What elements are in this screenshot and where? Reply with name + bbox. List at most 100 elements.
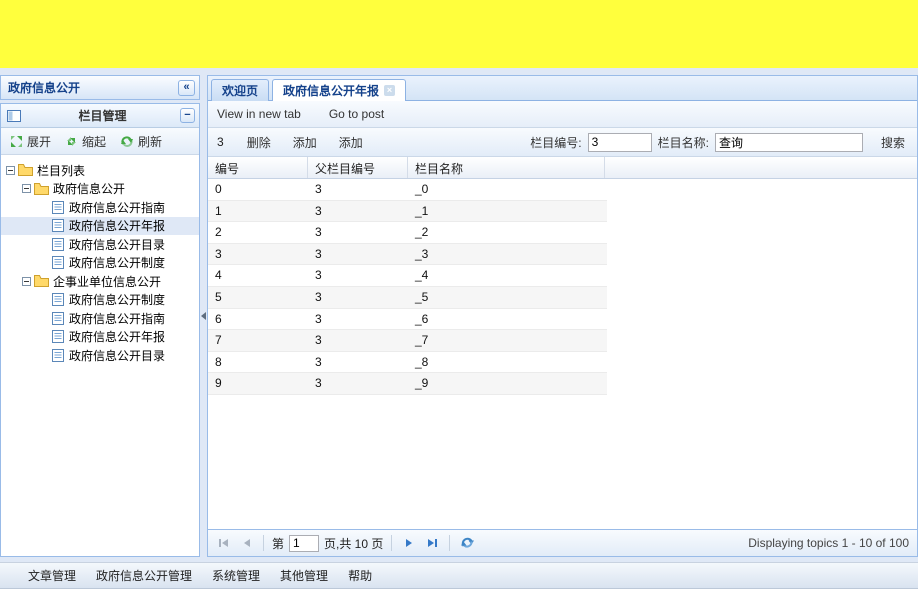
collapse-all-button[interactable]: 缩起	[60, 131, 111, 152]
application-window: 政府信息公开 « 栏目管理 − 展开 缩起 刷新 栏目列表 政府信息公开 政府信…	[0, 0, 918, 595]
column-management-panel: 栏目管理 − 展开 缩起 刷新 栏目列表 政府信息公开 政府信息公开指南 政府信…	[0, 103, 200, 557]
tree-node-leaf[interactable]: 政府信息公开年报	[1, 328, 199, 347]
view-in-new-tab-button[interactable]: View in new tab	[217, 107, 301, 121]
add-button-1[interactable]: 添加	[284, 132, 326, 153]
cell-name: _0	[415, 182, 429, 196]
tree-expander-icon[interactable]	[20, 276, 33, 286]
collapse-all-icon	[65, 135, 78, 148]
refresh-icon[interactable]	[458, 534, 476, 552]
go-to-post-button[interactable]: Go to post	[329, 107, 384, 121]
table-row[interactable]: 7 3 _7	[208, 330, 607, 352]
tree-refresh-button[interactable]: 刷新	[115, 131, 167, 152]
document-icon	[49, 219, 66, 233]
tree-node-label: 政府信息公开目录	[69, 348, 166, 363]
secondary-toolbar: View in new tab Go to post	[208, 101, 917, 128]
sidebar-header: 政府信息公开 «	[0, 75, 200, 100]
next-page-icon[interactable]	[400, 534, 418, 552]
tree-node-label: 政府信息公开年报	[69, 330, 166, 345]
column-id-input[interactable]	[587, 132, 652, 152]
paging-toolbar: 第 页,共 10 页	[208, 529, 917, 556]
grid-header: 编号 父栏目编号 栏目名称	[208, 157, 917, 179]
document-icon	[49, 200, 66, 214]
menu-gov-info-management[interactable]: 政府信息公开管理	[86, 564, 202, 587]
expand-all-button[interactable]: 展开	[5, 131, 56, 152]
tree-node-label: 政府信息公开指南	[69, 200, 166, 215]
tree-node-leaf[interactable]: 政府信息公开指南	[1, 198, 199, 217]
main-panel: 欢迎页 政府信息公开年报 × View in new tab Go to pos…	[207, 75, 918, 557]
bottom-menubar: 文章管理 政府信息公开管理 系统管理 其他管理 帮助	[0, 562, 918, 589]
page-suffix-label: 页,共 10 页	[324, 536, 384, 551]
table-row[interactable]: 4 3 _4	[208, 265, 607, 287]
document-icon	[49, 311, 66, 325]
cell-parent-id: 3	[315, 376, 322, 391]
tree-node-folder[interactable]: 政府信息公开	[1, 180, 199, 199]
tree-node-leaf[interactable]: 政府信息公开目录	[1, 235, 199, 254]
cell-parent-id: 3	[315, 333, 322, 348]
cell-parent-id: 3	[315, 182, 322, 196]
cell-parent-id: 3	[315, 311, 322, 326]
toolbar-separator	[449, 535, 451, 551]
previous-page-icon[interactable]	[237, 534, 255, 552]
filter-fields: 栏目编号: 栏目名称: 搜索	[530, 132, 909, 153]
search-button[interactable]: 搜索	[877, 132, 909, 153]
add-button-2[interactable]: 添加	[330, 132, 372, 153]
tab-strip: 欢迎页 政府信息公开年报 ×	[208, 76, 917, 101]
sidebar-collapse-button[interactable]: «	[178, 79, 195, 96]
tab-annual-report[interactable]: 政府信息公开年报 ×	[272, 79, 407, 101]
table-row[interactable]: 9 3 _9	[208, 373, 607, 395]
cell-parent-id: 3	[315, 203, 322, 218]
tab-close-icon[interactable]: ×	[384, 85, 396, 96]
panel-minimize-button[interactable]: −	[180, 108, 195, 123]
table-row[interactable]: 1 3 _1	[208, 200, 607, 223]
column-id-label: 栏目编号:	[530, 135, 582, 150]
tree-node-leaf[interactable]: 政府信息公开指南	[1, 309, 199, 328]
menu-other-management[interactable]: 其他管理	[270, 564, 338, 587]
tab-welcome[interactable]: 欢迎页	[211, 79, 270, 101]
tree-node-leaf[interactable]: 政府信息公开目录	[1, 346, 199, 365]
grid-toolbar: 3 删除 添加 添加 栏目编号: 栏目名称: 搜索	[208, 128, 917, 157]
tree-node-leaf-selected[interactable]: 政府信息公开年报	[1, 216, 199, 235]
tree-node-label: 企事业单位信息公开	[53, 274, 162, 289]
table-row[interactable]: 2 3 _2	[208, 222, 607, 244]
cell-parent-id: 3	[315, 354, 322, 369]
column-header-parent-id[interactable]: 父栏目编号	[308, 157, 408, 178]
cell-name: _6	[415, 311, 429, 326]
table-row[interactable]: 0 3 _0	[208, 179, 607, 201]
tree-expander-icon[interactable]	[20, 184, 33, 194]
tree-node-label: 政府信息公开	[53, 182, 126, 197]
column-header-name[interactable]: 栏目名称	[408, 157, 605, 178]
table-row[interactable]: 8 3 _8	[208, 351, 607, 374]
table-row[interactable]: 6 3 _6	[208, 308, 607, 331]
toolbar-separator	[391, 535, 393, 551]
tree-node-leaf[interactable]: 政府信息公开制度	[1, 291, 199, 310]
table-row[interactable]: 3 3 _3	[208, 243, 607, 266]
page-number-input[interactable]	[289, 534, 320, 552]
tree-node-label: 政府信息公开制度	[69, 293, 166, 308]
cell-id: 6	[215, 311, 222, 326]
table-row[interactable]: 5 3 _5	[208, 286, 607, 309]
collapse-all-label: 缩起	[82, 134, 107, 149]
cell-id: 3	[215, 246, 222, 261]
document-icon	[49, 237, 66, 251]
grid-body: 0 3 _0 1 3 _1 2 3 _2 3 3 _3 4 3 _4 5 3 _…	[208, 179, 917, 529]
panel-splitter[interactable]	[200, 75, 207, 557]
folder-icon	[33, 182, 50, 195]
selected-column-id: 3	[217, 135, 224, 149]
menu-system-management[interactable]: 系统管理	[202, 564, 270, 587]
cell-id: 0	[215, 182, 222, 196]
cell-parent-id: 3	[315, 246, 322, 261]
splitter-collapse-icon[interactable]	[201, 312, 206, 320]
cell-name: _7	[415, 333, 429, 348]
first-page-icon[interactable]	[214, 534, 232, 552]
tree-node-root[interactable]: 栏目列表	[1, 161, 199, 180]
column-name-input[interactable]	[714, 132, 863, 152]
folder-icon	[17, 164, 34, 177]
tree-node-leaf[interactable]: 政府信息公开制度	[1, 254, 199, 273]
menu-article-management[interactable]: 文章管理	[18, 564, 86, 587]
delete-button[interactable]: 删除	[238, 132, 280, 153]
column-header-id[interactable]: 编号	[208, 157, 308, 178]
menu-help[interactable]: 帮助	[338, 564, 382, 587]
tree-expander-icon[interactable]	[4, 165, 17, 175]
last-page-icon[interactable]	[423, 534, 441, 552]
tree-node-folder[interactable]: 企事业单位信息公开	[1, 272, 199, 291]
